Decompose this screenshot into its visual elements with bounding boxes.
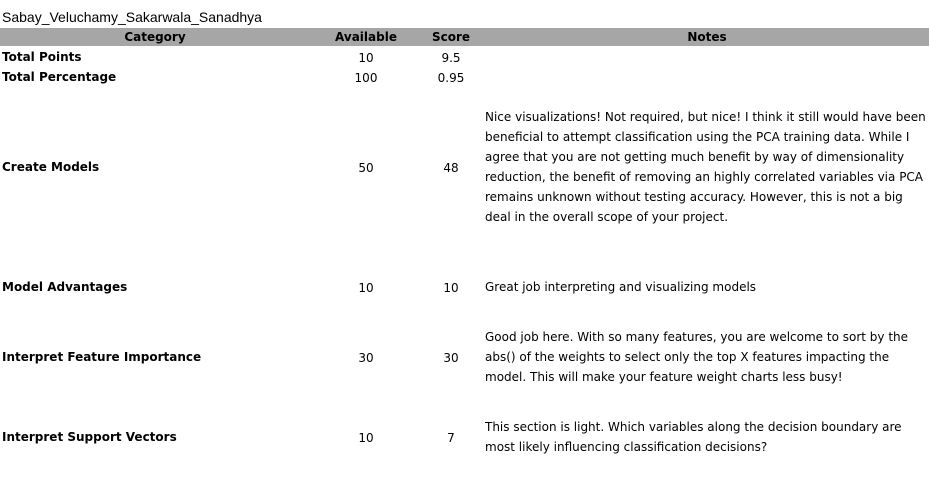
row-available: 100 — [354, 71, 378, 85]
header-available: Available — [335, 30, 397, 44]
row-available: 10 — [358, 51, 374, 65]
row-available: 10 — [358, 431, 374, 445]
row-category: Interpret Support Vectors — [2, 430, 177, 444]
row-score: 9.5 — [441, 51, 461, 65]
row-available: 10 — [358, 281, 374, 295]
sheet-title: Sabay_Veluchamy_Sakarwala_Sanadhya — [2, 9, 262, 25]
row-score: 48 — [443, 161, 459, 175]
header-notes: Notes — [687, 30, 727, 44]
row-category: Interpret Feature Importance — [2, 350, 202, 364]
row-category: Total Points — [2, 50, 82, 64]
row-score: 0.95 — [437, 71, 465, 85]
header-category: Category — [124, 30, 186, 44]
row-notes: Great job interpreting and visualizing m… — [485, 280, 757, 294]
row-score: 10 — [443, 281, 459, 295]
header-score: Score — [431, 30, 471, 44]
row-available: 30 — [358, 351, 374, 365]
row-score: 7 — [447, 431, 455, 445]
row-available: 50 — [358, 161, 374, 175]
row-score: 30 — [443, 351, 459, 365]
row-notes: Nice visualizations! Not required, but n… — [485, 110, 926, 224]
row-category: Create Models — [2, 160, 100, 174]
row-notes: Good job here. With so many features, yo… — [485, 330, 909, 384]
table-header: Category Available Score Notes — [0, 28, 929, 46]
row-category: Model Advantages — [2, 280, 128, 294]
row-category: Total Percentage — [2, 70, 117, 84]
row-notes: This section is light. Which variables a… — [485, 420, 902, 454]
